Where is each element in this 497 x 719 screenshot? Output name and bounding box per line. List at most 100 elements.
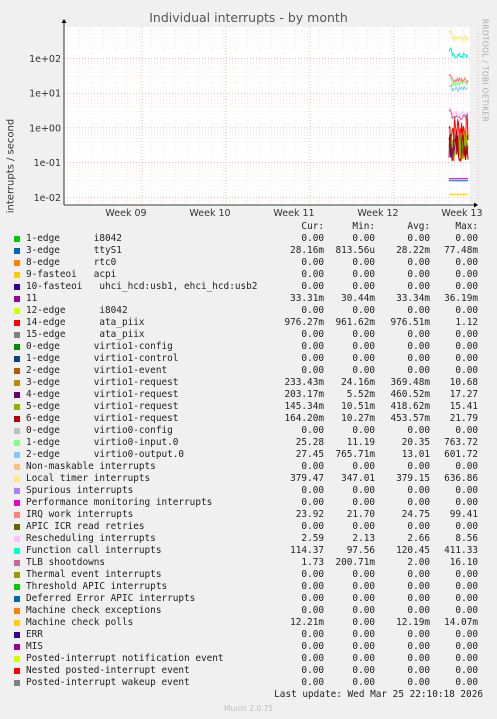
legend-max-value: 10.68 [449, 377, 478, 388]
legend-row: 2-edge virtio1-event 0.00 0.00 0.00 0.00 [0, 365, 497, 377]
legend-max-value: 0.00 [455, 329, 478, 340]
legend-max-value: 411.33 [444, 545, 478, 556]
legend-row: Machine check polls 12.21m 0.00 12.19m 14.07… [0, 617, 497, 629]
legend-min-value: 765.71m [335, 449, 375, 460]
legend-max-value: 1.12 [455, 317, 478, 328]
legend-swatch [14, 644, 20, 650]
legend-max-value: 0.00 [455, 665, 478, 676]
legend-max-value: 0.00 [455, 425, 478, 436]
legend-row: Nested posted-interrupt event 0.00 0.00 0.0… [0, 665, 497, 677]
legend-series-name: 4-edge virtio1-request [26, 389, 179, 400]
legend-max-value: 0.00 [455, 641, 478, 652]
legend-max-value: 0.00 [455, 521, 478, 532]
legend-series-name: 8-edge rtc0 [26, 257, 117, 268]
legend-series-name: Deferred Error APIC interrupts [26, 593, 196, 604]
legend-min-value: 0.00 [352, 605, 375, 616]
legend-max-value: 77.48m [444, 245, 478, 256]
legend-max-value: 0.00 [455, 365, 478, 376]
legend-row: 2-edge virtio0-output.0 27.45 765.71m 13.01… [0, 449, 497, 461]
legend-row: 12-edge i8042 0.00 0.00 0.00 0.00 [0, 305, 497, 317]
legend-min-value: 0.00 [352, 341, 375, 352]
y-tick-label: 1e+00 [29, 123, 61, 134]
legend-min-value: 0.00 [352, 269, 375, 280]
legend-row: 10-fasteoi uhci_hcd:usb1, ehci_hcd:usb2 0… [0, 281, 497, 293]
legend-series-name: TLB shootdowns [26, 557, 106, 568]
legend-swatch [14, 560, 20, 566]
legend-swatch [14, 548, 20, 554]
legend-max-value: 36.19m [444, 293, 478, 304]
legend-swatch [14, 488, 20, 494]
legend-series-name: Function call interrupts [26, 545, 162, 556]
legend-swatch [14, 284, 20, 290]
legend-swatch [14, 368, 20, 374]
legend-swatch [14, 608, 20, 614]
legend-row: 6-edge virtio1-request 164.20m 10.27m 453.5… [0, 413, 497, 425]
legend-row: 0-edge virtio1-config 0.00 0.00 0.00 0.00 [0, 341, 497, 353]
legend-series-name: Posted-interrupt wakeup event [26, 677, 190, 688]
legend-row: 11 33.31m 30.44m 33.34m 36.19m [0, 293, 497, 305]
legend-max-value: 0.00 [455, 269, 478, 280]
legend-max-value: 15.41 [449, 401, 478, 412]
legend-min-value: 0.00 [352, 581, 375, 592]
legend-swatch [14, 500, 20, 506]
legend-swatch [14, 476, 20, 482]
legend-row: Posted-interrupt wakeup event 0.00 0.00 0.0… [0, 677, 497, 689]
x-tick-label: Week 10 [189, 208, 230, 219]
legend-max-value: 14.07m [444, 617, 478, 628]
legend-min-value: 11.19 [346, 437, 375, 448]
legend-min-value: 0.00 [352, 281, 375, 292]
legend-max-value: 0.00 [455, 605, 478, 616]
legend-series-name: Rescheduling interrupts [26, 533, 156, 544]
legend-row: 4-edge virtio1-request 203.17m 5.52m 460.52… [0, 389, 497, 401]
legend-header-min: Min: [352, 221, 375, 232]
legend-row: Threshold APIC interrupts 0.00 0.00 0.00 0.0… [0, 581, 497, 593]
legend-series-name: Thermal event interrupts [26, 569, 162, 580]
legend-series-name: 3-edge ttyS1 [26, 245, 122, 256]
legend-max-value: 0.00 [455, 593, 478, 604]
legend-max-value: 8.56 [455, 533, 478, 544]
legend-series-name: Local timer interrupts [26, 473, 151, 484]
legend-row: Machine check exceptions 0.00 0.00 0.00 0.00 [0, 605, 497, 617]
legend-min-value: 347.01 [341, 473, 375, 484]
legend-row: Non-maskable interrupts 0.00 0.00 0.00 0.00 [0, 461, 497, 473]
legend-max-value: 99.41 [449, 509, 478, 520]
legend-series-name: MIS [26, 641, 43, 652]
legend-swatch [14, 356, 20, 362]
legend-series-name: ERR [26, 629, 43, 640]
legend-min-value: 0.00 [352, 665, 375, 676]
legend-row: Posted-interrupt notification event 0.00 0… [0, 653, 497, 665]
legend-max-value: 0.00 [455, 569, 478, 580]
legend-min-value: 5.52m [346, 389, 375, 400]
legend-row: 5-edge virtio1-request 145.34m 10.51m 418.6… [0, 401, 497, 413]
legend-series-name: Non-maskable interrupts [26, 461, 156, 472]
legend-swatch [14, 260, 20, 266]
legend-series-name: 1-edge virtio1-control [26, 353, 179, 364]
legend-max-value: 0.00 [455, 677, 478, 688]
legend-min-value: 961.62m [335, 317, 375, 328]
legend-series-name: 14-edge ata_piix [26, 317, 145, 328]
legend-row: MIS 0.00 0.00 0.00 0.00 [0, 641, 497, 653]
legend-swatch [14, 584, 20, 590]
last-update: Last update: Wed Mar 25 22:10:18 2026 [274, 689, 483, 700]
legend-min-value: 0.00 [352, 593, 375, 604]
legend-header: Cur: Min: Avg: Max: [0, 221, 497, 233]
y-tick-label: 1e+02 [29, 54, 61, 65]
munin-version: Munin 2.0.75 [223, 704, 274, 713]
legend-min-value: 21.70 [346, 509, 375, 520]
legend-swatch [14, 680, 20, 686]
legend-row: 15-edge ata_piix 0.00 0.00 0.00 0.00 [0, 329, 497, 341]
legend-min-value: 0.00 [352, 569, 375, 580]
legend-series-name: 3-edge virtio1-request [26, 377, 179, 388]
legend-series-name: 6-edge virtio1-request [26, 413, 179, 424]
legend-max-value: 0.00 [455, 257, 478, 268]
legend-swatch [14, 320, 20, 326]
legend-min-value: 0.00 [352, 257, 375, 268]
legend-series-name: Spurious interrupts [26, 485, 134, 496]
legend-max-value: 16.10 [449, 557, 478, 568]
legend-series-name: 15-edge ata_piix [26, 329, 145, 340]
legend-swatch [14, 308, 20, 314]
legend-swatch [14, 380, 20, 386]
legend-swatch [14, 248, 20, 254]
legend-min-value: 0.00 [352, 521, 375, 532]
legend-row: 3-edge ttyS1 28.16m 813.56u 28.22m 77.48m [0, 245, 497, 257]
